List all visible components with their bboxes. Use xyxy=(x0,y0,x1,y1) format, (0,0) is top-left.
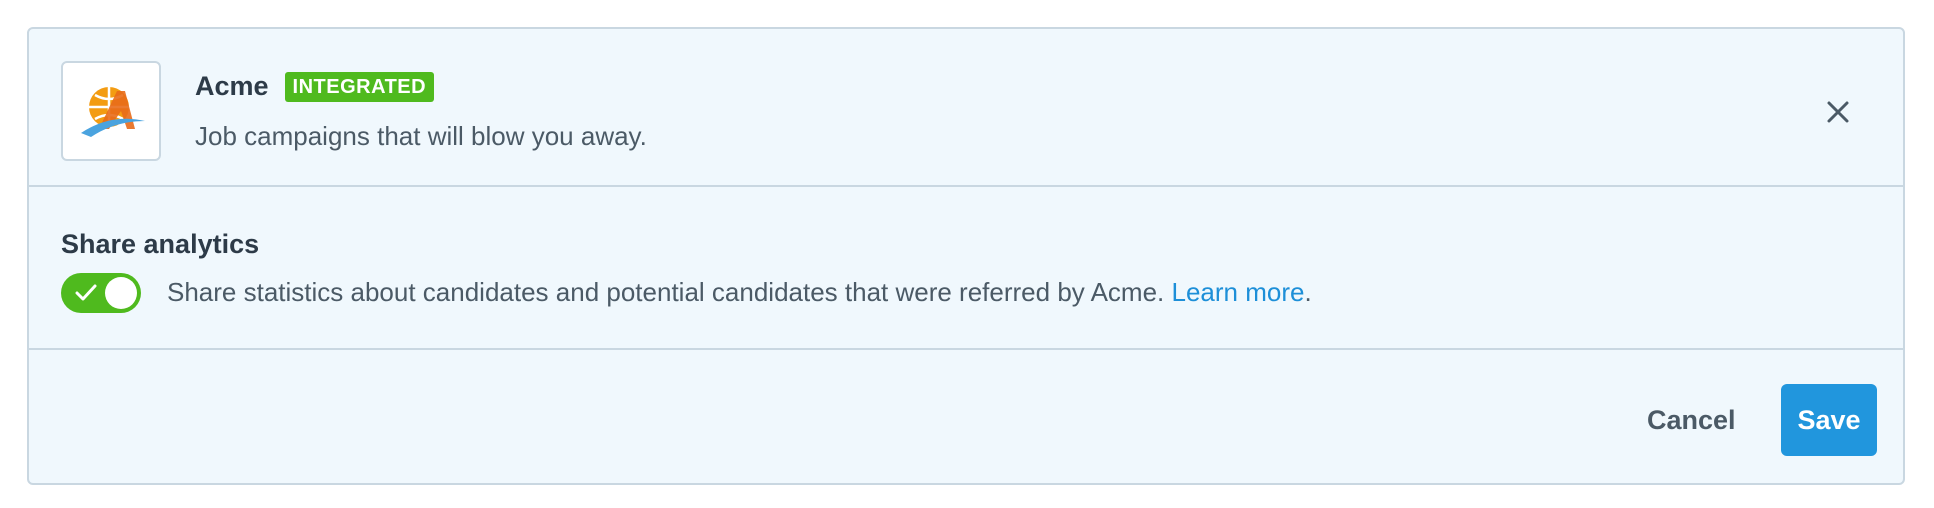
save-button[interactable]: Save xyxy=(1781,384,1877,456)
share-description-period: . xyxy=(1304,277,1312,307)
integration-tagline: Job campaigns that will blow you away. xyxy=(195,121,647,151)
share-analytics-section: Share analytics Share statistics about c… xyxy=(29,187,1903,350)
close-icon xyxy=(1827,101,1849,123)
cancel-button[interactable]: Cancel xyxy=(1647,384,1736,456)
globe-logo-icon xyxy=(81,87,145,137)
integration-card: Acme INTEGRATED Job campaigns that will … xyxy=(27,27,1905,485)
status-badge: INTEGRATED xyxy=(284,71,435,102)
integration-name: Acme xyxy=(195,71,269,101)
share-description-text: Share statistics about candidates and po… xyxy=(167,277,1172,307)
card-footer: Cancel Save xyxy=(29,350,1903,485)
share-analytics-toggle[interactable] xyxy=(61,273,141,313)
acme-logo xyxy=(61,61,161,161)
checkmark-icon xyxy=(75,284,97,301)
integration-title-row: Acme INTEGRATED xyxy=(195,71,435,102)
toggle-knob xyxy=(105,277,137,309)
share-analytics-title: Share analytics xyxy=(61,229,260,259)
integration-header: Acme INTEGRATED Job campaigns that will … xyxy=(29,29,1903,187)
close-button[interactable] xyxy=(1823,97,1853,127)
share-analytics-description: Share statistics about candidates and po… xyxy=(167,277,1312,308)
learn-more-link[interactable]: Learn more xyxy=(1171,277,1304,307)
